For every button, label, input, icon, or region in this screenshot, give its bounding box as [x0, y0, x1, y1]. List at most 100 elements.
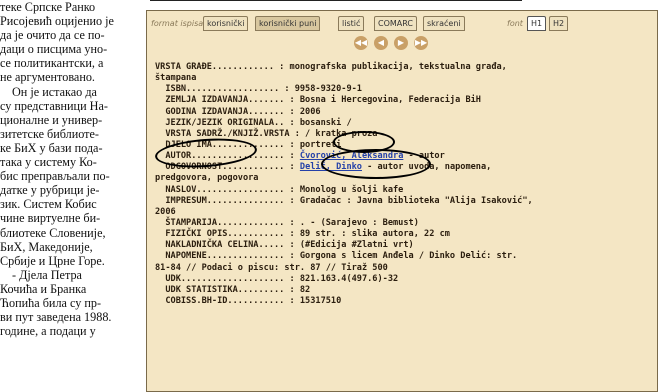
- record-row: COBISS.BH-ID........... : 15317510: [155, 296, 657, 307]
- article-line: зитетске библиоте-: [0, 126, 99, 141]
- record-field-label: NASLOV................. :: [155, 184, 295, 195]
- record-field-role: - autor: [403, 151, 445, 162]
- catalog-record-panel: format ispisa korisnički korisnički puni…: [146, 10, 658, 392]
- record-field-value: . - (Sarajevo : Bemust): [294, 217, 419, 228]
- article-line: да је очито да се по-: [0, 28, 105, 43]
- article-line: блиотеке Словеније,: [0, 225, 106, 240]
- record-field-value: Monolog u šolji kafe: [294, 184, 404, 195]
- record-row: ODGOVORNOST............ : Delić, Dinko -…: [155, 162, 657, 173]
- article-line: бис преправљали по-: [0, 169, 110, 184]
- article-line: Србије и Црне Горе.: [0, 253, 105, 268]
- record-field-label: JEZIK/JEZIK ORIGINALA.. :: [155, 117, 295, 128]
- record-row: VRSTA SADRŽ./KNJIŽ.VRSTA : / kratka proz…: [155, 129, 657, 140]
- record-field-label: 81-84 // Podaci o piscu: str. 87 // Tira…: [155, 262, 388, 273]
- record-row: GODINA IZDAVANJA....... : 2006: [155, 107, 657, 118]
- record-fields: VRSTA GRAĐE............ : monografska pu…: [155, 62, 657, 307]
- record-row: AUTOR.................. : Čvorović, Alek…: [155, 151, 657, 162]
- tab-korisnicki[interactable]: korisnički: [203, 16, 249, 31]
- record-row: UDK STATISTIKA......... : 82: [155, 285, 657, 296]
- prev-icon[interactable]: ◀: [374, 36, 388, 50]
- article-line: ке БиХ у бази пода-: [0, 140, 103, 155]
- tab-font-h2[interactable]: H2: [549, 16, 569, 31]
- record-field-value: 82: [294, 284, 311, 295]
- record-row: UDK.................... : 821.163.4(497.…: [155, 274, 657, 285]
- article-line: така у систему Ко-: [0, 155, 97, 170]
- format-label: format ispisa: [151, 19, 204, 28]
- article-line: теке Српске Ранко: [0, 0, 96, 14]
- article-line: чине виртуелне би-: [0, 211, 101, 226]
- record-field-label: UDK STATISTIKA......... :: [155, 284, 295, 295]
- record-field-label: NAPOMENE............... :: [155, 251, 295, 262]
- tab-skraceni[interactable]: skraćeni: [423, 16, 465, 31]
- record-row: DJELO IMA.............. : portreti: [155, 140, 657, 151]
- record-field-label: ODGOVORNOST............ :: [155, 162, 295, 173]
- record-field-value: portreti: [294, 139, 342, 150]
- record-field-label: COBISS.BH-ID........... :: [155, 295, 295, 306]
- article-line: ви пут заведена 1988.: [0, 310, 112, 325]
- record-field-label: 2006: [155, 206, 176, 217]
- record-field-value: / kratka proza: [299, 128, 378, 139]
- record-field-link[interactable]: Čvorović, Aleksandra: [300, 151, 403, 161]
- article-line: датке у рубрици је-: [0, 183, 100, 198]
- article-line: се политикантски, а: [0, 56, 104, 71]
- article-line: ционалне и универ-: [0, 112, 103, 127]
- article-line: БиХ, Македоније,: [0, 239, 93, 254]
- article-line: Кочића и Бранка: [0, 281, 87, 296]
- record-row: NASLOV................. : Monolog u šolj…: [155, 185, 657, 196]
- record-field-role: - autor uvoda, napomena,: [361, 162, 492, 173]
- format-tab-bar: format ispisa korisnički korisnički puni…: [151, 16, 656, 32]
- record-field-label: VRSTA GRAĐE............ :: [155, 62, 285, 72]
- record-field-label: ZEMLJA IZDAVANJA....... :: [155, 95, 295, 106]
- record-field-label: predgovora, pogovora: [155, 173, 259, 184]
- font-label: font: [507, 19, 523, 28]
- record-row: 81-84 // Podaci o piscu: str. 87 // Tira…: [155, 263, 657, 274]
- record-field-label: GODINA IZDAVANJA....... :: [155, 106, 295, 117]
- next-icon[interactable]: ▶: [394, 36, 408, 50]
- record-field-label: IMPRESUM............... :: [155, 195, 295, 206]
- record-field-value: Bosna i Hercegovina, Federacija BiH: [294, 95, 481, 106]
- first-icon[interactable]: ◀◀: [354, 36, 368, 50]
- article-line: не аргументовано.: [0, 70, 95, 85]
- record-field-label: DJELO IMA.............. :: [155, 139, 295, 150]
- record-field-value: bosanski /: [294, 117, 352, 128]
- record-field-value: Gradačac : Javna biblioteka "Alija Isako…: [294, 195, 533, 206]
- record-row: NAPOMENE............... : Gorgona s lice…: [155, 251, 657, 262]
- record-row: NAKLADNIČKA CELINA..... : (#Edicija #Zla…: [155, 240, 657, 251]
- record-row: FIZIČKI OPIS........... : 89 str. : slik…: [155, 229, 657, 240]
- tab-listic[interactable]: listić: [338, 16, 365, 31]
- record-field-value: 15317510: [294, 295, 342, 306]
- tab-korisnicki-puni[interactable]: korisnički puni: [255, 16, 321, 31]
- article-line: зик. Систем Кобис: [0, 197, 97, 212]
- record-field-value: monografska publikacija, tekstualna građ…: [284, 62, 507, 72]
- article-column: теке Српске Ранко Рисојевић оцијенио је …: [0, 0, 150, 390]
- record-row: ISBN.................. : 9958-9320-9-1: [155, 84, 657, 95]
- record-field-label: ŠTAMPARIJA............. :: [155, 217, 295, 228]
- article-line: Ћопића била су пр-: [0, 295, 102, 310]
- record-row: ZEMLJA IZDAVANJA....... : Bosna i Herceg…: [155, 95, 657, 106]
- article-line: су представници На-: [0, 98, 108, 113]
- record-row: predgovora, pogovora: [155, 173, 657, 184]
- record-row: VRSTA GRAĐE............ : monografska pu…: [155, 62, 657, 73]
- article-line: године, а подаци у: [0, 324, 96, 339]
- record-row: JEZIK/JEZIK ORIGINALA.. : bosanski /: [155, 118, 657, 129]
- record-row: ŠTAMPARIJA............. : . - (Sarajevo …: [155, 218, 657, 229]
- record-field-label: ISBN.................. :: [155, 84, 290, 95]
- record-field-link[interactable]: Delić, Dinko: [300, 162, 362, 172]
- top-rule: [150, 0, 522, 4]
- record-field-value: 9958-9320-9-1: [289, 84, 362, 95]
- record-field-label: štampana: [155, 73, 197, 84]
- record-row: IMPRESUM............... : Gradačac : Jav…: [155, 196, 657, 207]
- record-field-label: AUTOR.................. :: [155, 151, 295, 162]
- tab-comarc[interactable]: COMARC: [374, 16, 418, 31]
- record-navigation: ◀◀ ◀ ▶ ▶▶: [354, 36, 444, 52]
- article-line: Он је истакао да: [12, 84, 97, 99]
- record-field-label: VRSTA SADRŽ./KNJIŽ.VRSTA :: [155, 128, 300, 139]
- tab-font-h1[interactable]: H1: [527, 16, 547, 31]
- record-field-label: NAKLADNIČKA CELINA..... :: [155, 240, 295, 251]
- record-row: štampana: [155, 73, 657, 84]
- record-field-value: Gorgona s licem Anđela / Dinko Delić: st…: [294, 251, 518, 262]
- last-icon[interactable]: ▶▶: [414, 36, 428, 50]
- record-field-label: FIZIČKI OPIS........... :: [155, 229, 295, 240]
- record-field-value: 89 str. : slika autora, 22 cm: [294, 229, 450, 240]
- article-line: - Дјела Петра: [12, 267, 82, 282]
